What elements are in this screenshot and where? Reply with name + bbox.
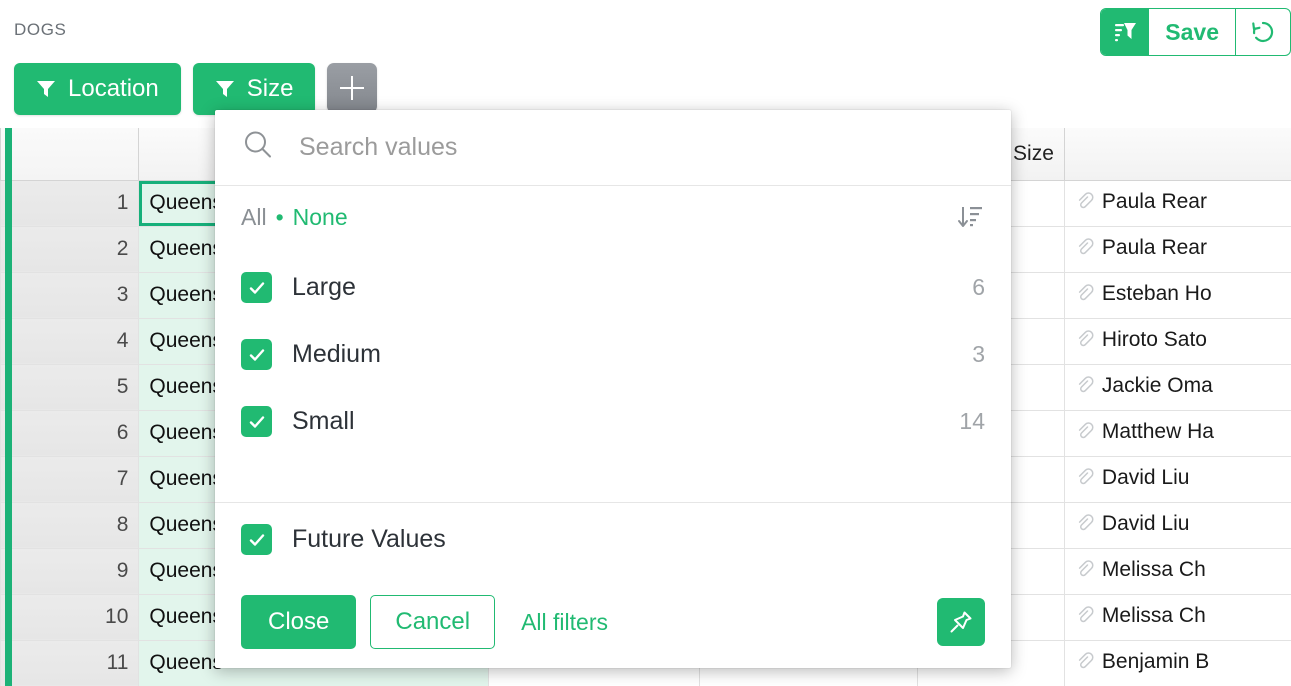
row-number: 2 (0, 225, 140, 273)
cell-owner[interactable]: Melissa Ch (1063, 547, 1291, 595)
filter-value-label: Small (292, 407, 355, 435)
cell-owner[interactable]: Esteban Ho (1063, 271, 1291, 319)
select-all-link[interactable]: All (241, 204, 267, 231)
filter-value-row[interactable]: Medium 3 (215, 321, 1011, 388)
row-number: 7 (0, 455, 140, 503)
row-number: 4 (0, 317, 140, 365)
funnel-icon (36, 79, 56, 99)
owner-name: David Liu (1101, 465, 1190, 489)
owner-name: Jackie Oma (1101, 373, 1213, 397)
row-number: 8 (0, 501, 140, 549)
link-icon (1075, 651, 1095, 677)
filter-chip-size[interactable]: Size (192, 63, 316, 115)
owner-name: Esteban Ho (1101, 281, 1212, 305)
filter-list-icon (1115, 23, 1137, 42)
owner-name: Benjamin B (1101, 649, 1210, 673)
all-filters-link[interactable]: All filters (521, 609, 608, 636)
row-number: 10 (0, 593, 140, 641)
filter-list-icon-button[interactable] (1101, 9, 1150, 55)
owner-name: Hiroto Sato (1101, 327, 1207, 351)
column-header-rownum[interactable] (0, 128, 140, 181)
cell-owner[interactable]: Jackie Oma (1063, 363, 1291, 411)
owner-name: Paula Rear (1101, 189, 1207, 213)
link-icon (1075, 513, 1095, 539)
row-number: 1 (0, 179, 140, 227)
plus-icon (340, 76, 365, 100)
grid-left-accent-bar (5, 128, 12, 686)
future-values-checkbox[interactable] (241, 524, 272, 555)
revert-button[interactable] (1236, 9, 1290, 55)
cell-owner[interactable]: David Liu (1063, 501, 1291, 549)
owner-name: David Liu (1101, 511, 1190, 535)
filter-value-checkbox[interactable] (241, 272, 272, 303)
row-number: 3 (0, 271, 140, 319)
row-number: 6 (0, 409, 140, 457)
filter-chip-label: Size (246, 75, 294, 102)
select-none-link[interactable]: None (293, 204, 348, 231)
filter-search-input[interactable] (297, 132, 985, 163)
filter-chip-location[interactable]: Location (14, 63, 181, 115)
row-number: 9 (0, 547, 140, 595)
save-button[interactable]: Save (1149, 9, 1236, 55)
filter-chip-label: Location (68, 75, 159, 102)
row-number: 11 (0, 639, 140, 686)
funnel-icon (215, 79, 235, 99)
link-icon (1075, 329, 1095, 355)
cell-owner[interactable]: David Liu (1063, 455, 1291, 503)
filter-panel-footer: Close Cancel All filters (215, 576, 1011, 668)
future-values-label: Future Values (292, 525, 446, 553)
row-number: 5 (0, 363, 140, 411)
filter-value-list[interactable]: Large 6 Medium 3 Small 14 (215, 248, 1011, 502)
future-values-row[interactable]: Future Values (215, 502, 1011, 576)
add-filter-button[interactable] (327, 63, 378, 113)
owner-name: Melissa Ch (1101, 557, 1206, 581)
owner-name: Melissa Ch (1101, 603, 1206, 627)
link-icon (1075, 283, 1095, 309)
filter-value-label: Medium (292, 340, 381, 368)
close-button[interactable]: Close (241, 595, 357, 649)
cell-owner[interactable]: Hiroto Sato (1063, 317, 1291, 365)
pin-button[interactable] (937, 598, 985, 646)
link-icon (1075, 421, 1095, 447)
cell-owner[interactable]: Paula Rear (1063, 179, 1291, 227)
filter-values-dropdown: All • None Large 6 Medium 3 Small 14 (215, 110, 1011, 668)
sheet-title: DOGS (14, 20, 67, 39)
link-icon (1075, 605, 1095, 631)
cell-owner[interactable]: Melissa Ch (1063, 593, 1291, 641)
cell-owner[interactable]: Benjamin B (1063, 639, 1291, 686)
filter-value-count: 14 (959, 408, 985, 434)
link-icon (1075, 375, 1095, 401)
sort-descending-icon[interactable] (955, 202, 985, 232)
filter-value-row[interactable]: Large 6 (215, 254, 1011, 321)
filter-value-count: 3 (972, 341, 985, 367)
filter-value-row[interactable]: Small 14 (215, 388, 1011, 455)
filter-value-checkbox[interactable] (241, 406, 272, 437)
link-icon (1075, 559, 1095, 585)
filter-bar: Location Size (14, 63, 378, 115)
cell-owner[interactable]: Matthew Ha (1063, 409, 1291, 457)
owner-name: Paula Rear (1101, 235, 1207, 259)
link-icon (1075, 191, 1095, 217)
link-icon (1075, 237, 1095, 263)
link-icon (1075, 467, 1095, 493)
column-header-owner[interactable] (1063, 128, 1291, 181)
undo-icon (1252, 21, 1274, 43)
app-root: DOGS Location Size Save Size 1 Queens Pa… (0, 0, 1291, 686)
filter-search-row (215, 110, 1011, 186)
pin-icon (950, 611, 972, 633)
filter-value-count: 6 (972, 274, 985, 300)
owner-name: Matthew Ha (1101, 419, 1214, 443)
save-button-group: Save (1100, 8, 1291, 56)
cancel-button[interactable]: Cancel (370, 595, 496, 649)
search-icon (241, 128, 275, 167)
filter-value-label: Large (292, 273, 356, 301)
cell-owner[interactable]: Paula Rear (1063, 225, 1291, 273)
filter-select-row: All • None (215, 186, 1011, 248)
filter-value-checkbox[interactable] (241, 339, 272, 370)
select-separator: • (275, 203, 284, 230)
